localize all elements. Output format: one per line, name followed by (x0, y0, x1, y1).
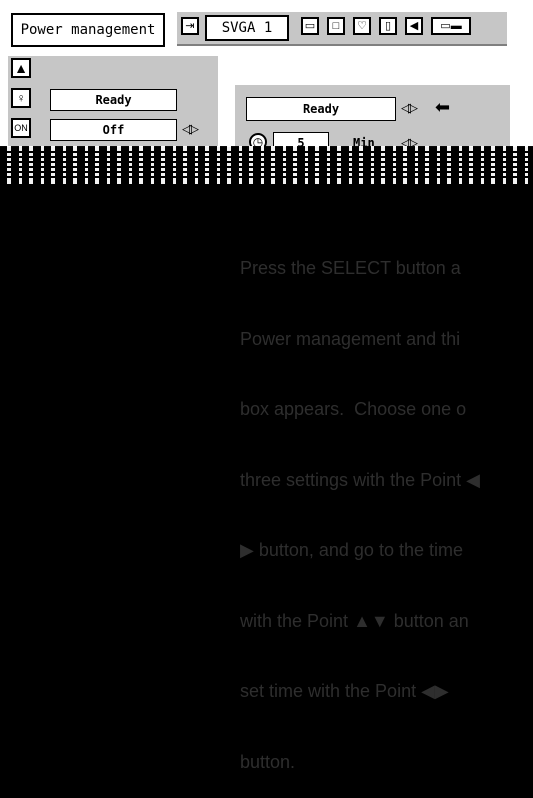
instruction-line: Press the SELECT button a (240, 258, 461, 278)
lamp-icon: ♀ (11, 88, 31, 108)
pointer-arrow-icon: ⬅ (435, 97, 451, 117)
instruction-line: set time with the Point ◀▶ (240, 681, 449, 701)
power-off-field[interactable]: Off (50, 119, 177, 141)
input-mode-label: SVGA 1 (205, 15, 289, 41)
image-icon[interactable]: ▭ (301, 17, 319, 35)
mode-arrow-icon[interactable]: ◁▷ (401, 100, 418, 116)
input-icon[interactable]: ⇥ (181, 17, 199, 35)
sound-icon[interactable]: ◀ (405, 17, 423, 35)
settings-icon[interactable]: ▯ (379, 17, 397, 35)
timer-field[interactable]: 5 (273, 132, 329, 147)
instruction-text: Press the SELECT button a Power manageme… (240, 210, 533, 798)
status-field: Ready (50, 89, 177, 111)
power-icon[interactable]: ▭▬ (431, 17, 471, 35)
osd-menu: Power management ⇥ SVGA 1 ▭ □ ♡ ▯ ◀ ▭▬ ▲… (0, 0, 533, 147)
menu-title: Power management (11, 13, 165, 47)
power-management-dialog: Ready ◁▷ ⬅ ◷ 5 Min ◁▷ (235, 85, 510, 147)
color-icon[interactable]: ♡ (353, 17, 371, 35)
instruction-line: ▶ button, and go to the time (240, 540, 463, 560)
instruction-line: Power management and thi (240, 328, 461, 349)
left-right-arrow-icon[interactable]: ◁▷ (182, 121, 199, 137)
clock-icon: ◷ (249, 133, 267, 147)
menu-bar: ⇥ SVGA 1 ▭ □ ♡ ▯ ◀ ▭▬ (177, 12, 507, 46)
mode-field[interactable]: Ready (246, 97, 396, 121)
left-panel: ▲ ♀ Ready ON Off ◁▷ (8, 56, 218, 147)
instruction-line: button. (240, 751, 296, 772)
screen-icon[interactable]: □ (327, 17, 345, 35)
instruction-line: with the Point ▲▼ button an (240, 610, 469, 631)
scan-noise-lines (0, 150, 533, 178)
instruction-line: three settings with the Point ◀ (240, 469, 480, 490)
instruction-line: box appears. Choose one o (240, 399, 467, 419)
plug-icon: ON (11, 118, 31, 138)
up-arrow-icon[interactable]: ▲ (11, 58, 31, 78)
